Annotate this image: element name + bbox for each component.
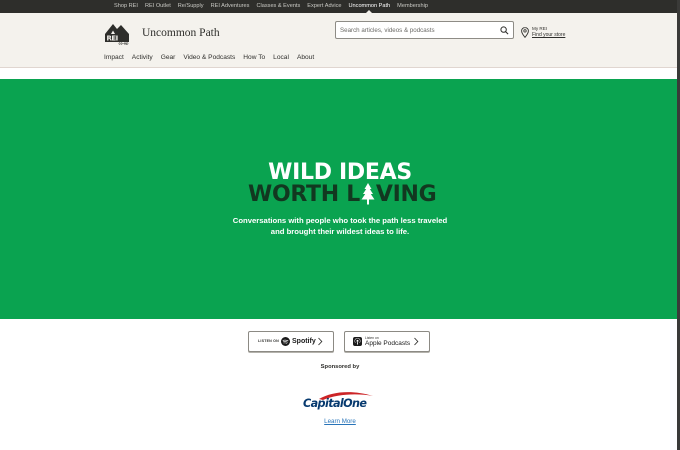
find-store-link[interactable]: Find your store: [532, 32, 565, 39]
utility-link-expert-advice[interactable]: Expert Advice: [307, 0, 341, 13]
search-input[interactable]: [340, 24, 495, 36]
location-pin-icon: [521, 27, 529, 38]
site-title[interactable]: Uncommon Path: [142, 26, 220, 40]
utility-nav: Shop REI REI Outlet Re/Supply REI Adventure…: [114, 0, 435, 13]
spotify-icon: [281, 337, 290, 346]
learn-more-link[interactable]: Learn More: [0, 418, 680, 425]
nav-item-local[interactable]: Local: [273, 54, 289, 62]
spotify-label: Spotify: [292, 338, 316, 345]
listen-on-spotify-button[interactable]: LISTEN ON Spotify: [248, 331, 334, 352]
sponsor-name: CapitalOne: [303, 397, 367, 410]
capital-one-logo[interactable]: CapitalOne: [299, 389, 381, 415]
utility-link-membership[interactable]: Membership: [397, 0, 428, 13]
svg-text:co-op: co-op: [119, 42, 130, 46]
sponsored-by-label: Sponsored by: [320, 364, 360, 370]
hero-banner: WILD IDEAS WORTH L VING Conversations wi…: [0, 79, 680, 319]
apple-podcasts-icon: [353, 337, 362, 346]
main-nav: Impact Activity Gear Video & Podcasts How To…: [104, 54, 322, 62]
nav-item-how-to[interactable]: How To: [243, 54, 265, 62]
hero-description: Conversations with people who took the p…: [232, 216, 448, 236]
hero-title-line2: WORTH L VING: [248, 182, 437, 209]
utility-link-uncommon-path[interactable]: Uncommon Path: [349, 0, 390, 13]
pine-tree-icon: [361, 183, 375, 205]
listen-on-label: LISTEN ON: [258, 339, 279, 343]
nav-item-activity[interactable]: Activity: [132, 54, 153, 62]
utility-bar: Shop REI REI Outlet Re/Supply REI Adventure…: [0, 0, 680, 13]
search-box: [335, 21, 514, 39]
nav-item-impact[interactable]: Impact: [104, 54, 124, 62]
svg-text:REI: REI: [107, 35, 118, 43]
utility-link-re-supply[interactable]: Re/Supply: [178, 0, 204, 13]
hero-title-line2-end: VING: [375, 182, 437, 207]
apple-podcasts-label: Apple Podcasts: [365, 340, 411, 347]
listen-on-apple-podcasts-button[interactable]: Listen on Apple Podcasts: [344, 331, 430, 352]
utility-link-rei-outlet[interactable]: REI Outlet: [145, 0, 171, 13]
site-header: REI co-op Uncommon Path My REI Find your…: [0, 13, 680, 68]
store-text: My REI Find your store: [532, 26, 565, 39]
chevron-right-icon: [318, 337, 323, 346]
utility-link-classes-events[interactable]: Classes & Events: [256, 0, 300, 13]
nav-item-gear[interactable]: Gear: [161, 54, 176, 62]
search-icon[interactable]: [500, 26, 509, 35]
utility-link-shop-rei[interactable]: Shop REI: [114, 0, 138, 13]
nav-item-about[interactable]: About: [297, 54, 314, 62]
hero-title-line2-start: WORTH L: [248, 182, 360, 207]
nav-item-video-podcasts[interactable]: Video & Podcasts: [183, 54, 235, 62]
rei-coop-logo[interactable]: REI co-op: [104, 23, 138, 45]
chevron-right-icon: [414, 337, 419, 346]
utility-link-rei-adventures[interactable]: REI Adventures: [211, 0, 250, 13]
